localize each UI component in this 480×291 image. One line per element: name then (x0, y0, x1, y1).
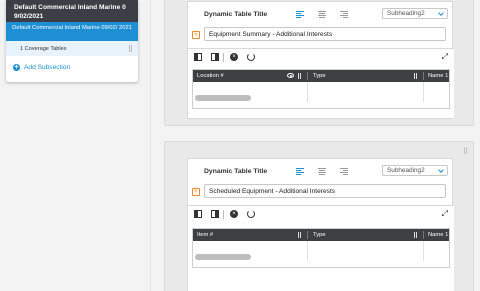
nav-item-label: 1 Coverage Tables (20, 45, 67, 52)
expand-icon[interactable]: ⤢ (442, 210, 448, 218)
cell-divider (307, 241, 308, 261)
table-toolbar: × ⤢ (188, 49, 454, 65)
grid-header: Location # Type Name 1 (193, 70, 449, 82)
grid-body[interactable] (193, 241, 449, 261)
nav-title-line2: 9/02/2021 (14, 13, 44, 20)
data-grid: Item # Type Name 1 (192, 228, 450, 268)
drag-handle-icon[interactable] (129, 45, 132, 52)
heading-style-select[interactable]: Subheading2 (382, 8, 448, 19)
align-right-icon[interactable] (340, 167, 348, 175)
heading-style-select[interactable]: Subheading2 (382, 165, 448, 176)
table-title-input[interactable]: Scheduled Equipment - Additional Interes… (204, 184, 446, 198)
table-editor-2: × ⤢ Item # Type Name 1 (188, 205, 454, 291)
heading-style-value: Subheading2 (387, 167, 425, 174)
expand-icon[interactable]: ⤢ (442, 53, 448, 61)
toolbar-separator (223, 53, 224, 62)
column-header[interactable]: Type (309, 229, 326, 241)
align-center-icon[interactable] (318, 167, 326, 175)
table-title-input[interactable]: Equipment Summary - Additional Interests (204, 27, 446, 41)
column-left-icon[interactable] (194, 210, 202, 218)
column-header[interactable]: Item # (193, 229, 213, 241)
table-editor-1: × ⤢ Location # Type Name 1 (188, 48, 454, 118)
align-left-icon[interactable] (296, 10, 304, 18)
nav-header[interactable]: Default Commercial Inland Marine 0 9/02/… (6, 0, 138, 22)
align-right-icon[interactable] (340, 10, 348, 18)
table-card-1: Dynamic Table Title Subheading2 ✎ Equipm… (187, 1, 454, 119)
horizontal-scrollbar[interactable] (195, 95, 251, 101)
column-resize-grip-icon[interactable] (414, 73, 417, 79)
section-drag-handle-icon[interactable] (464, 147, 467, 154)
add-subsection-label: Add Subsection (24, 63, 71, 71)
refresh-icon[interactable] (247, 53, 255, 61)
table-section-1: Dynamic Table Title Subheading2 ✎ Equipm… (164, 0, 474, 126)
toolbar-separator (223, 210, 224, 219)
horizontal-scrollbar[interactable] (195, 254, 251, 260)
delete-icon[interactable]: × (230, 210, 238, 218)
edit-icon[interactable]: ✎ (192, 188, 200, 196)
dynamic-table-title-label: Dynamic Table Title (204, 10, 268, 18)
column-right-icon[interactable] (211, 53, 219, 61)
column-divider (307, 231, 308, 239)
column-divider (150, 0, 151, 291)
nav-item-coverage-tables[interactable]: 1 Coverage Tables (6, 41, 138, 56)
delete-icon[interactable]: × (230, 53, 238, 61)
cell-divider (423, 241, 424, 261)
heading-style-value: Subheading2 (387, 10, 425, 17)
dynamic-table-title-label: Dynamic Table Title (204, 167, 268, 175)
table-card-2: Dynamic Table Title Subheading2 ✎ Schedu… (187, 158, 454, 291)
column-header[interactable]: Name 1 (424, 229, 448, 241)
refresh-icon[interactable] (247, 210, 255, 218)
data-grid: Location # Type Name 1 (192, 69, 450, 109)
align-center-icon[interactable] (318, 10, 326, 18)
align-left-icon[interactable] (296, 167, 304, 175)
column-header[interactable]: Type (309, 70, 326, 82)
add-subsection-button[interactable]: + Add Subsection (6, 56, 138, 78)
subsection-nav-card: Default Commercial Inland Marine 0 9/02/… (6, 0, 138, 82)
table-toolbar: × ⤢ (188, 206, 454, 222)
nav-subsection-active[interactable]: Default Commercial Inland Marine 09/02/ … (6, 22, 138, 41)
chevron-down-icon (438, 167, 444, 173)
column-resize-grip-icon[interactable] (298, 73, 301, 79)
chevron-down-icon (438, 10, 444, 16)
column-resize-grip-icon[interactable] (414, 232, 417, 238)
edit-icon[interactable]: ✎ (192, 31, 200, 39)
column-divider (307, 72, 308, 80)
nav-title-line1: Default Commercial Inland Marine 0 (14, 4, 126, 11)
column-header[interactable]: Name 1 (424, 70, 448, 82)
cell-divider (423, 82, 424, 102)
column-header[interactable]: Location # (193, 70, 224, 82)
column-left-icon[interactable] (194, 53, 202, 61)
grid-header: Item # Type Name 1 (193, 229, 449, 241)
grid-body[interactable] (193, 82, 449, 102)
column-right-icon[interactable] (211, 210, 219, 218)
plus-circle-icon: + (13, 63, 20, 71)
column-resize-grip-icon[interactable] (298, 232, 301, 238)
table-section-2: Dynamic Table Title Subheading2 ✎ Schedu… (164, 141, 474, 291)
eye-icon[interactable] (287, 73, 294, 78)
cell-divider (307, 82, 308, 102)
